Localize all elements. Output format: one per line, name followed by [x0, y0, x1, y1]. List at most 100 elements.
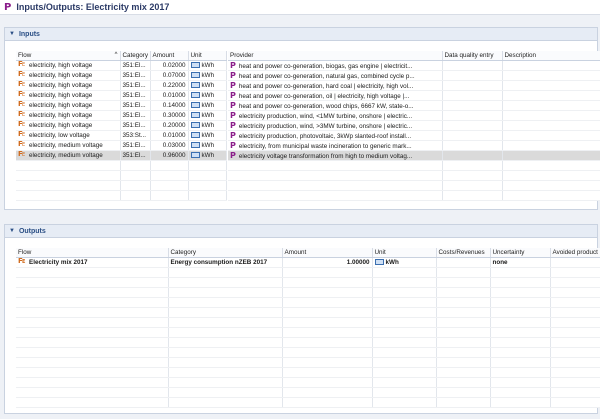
table-row[interactable]: Pheat and power co-generation, natural g…	[228, 70, 600, 81]
cell-flow[interactable]: F Eelectricity, medium voltage	[16, 140, 121, 151]
cell-amount[interactable]: 0.02000	[150, 60, 189, 71]
cell-amount[interactable]: 0.96000	[150, 150, 189, 161]
table-row[interactable]: F Eelectricity, high voltage 351:El... 0.14…	[16, 100, 227, 111]
table-row[interactable]: F E Electricity mix 2017 Energy consumption…	[16, 257, 600, 268]
cell-unit[interactable]: kWh	[188, 100, 227, 111]
cell-flow[interactable]: F Eelectricity, high voltage	[16, 70, 121, 81]
cell-uncertainty[interactable]: none	[490, 257, 551, 268]
table-row[interactable]: Pelectricity production, photovoltaic, 3…	[228, 130, 600, 141]
cell-unit[interactable]: kWh	[188, 70, 227, 81]
cell-description[interactable]	[502, 110, 600, 121]
cell-unit[interactable]: kWh	[188, 120, 227, 131]
cell-amount[interactable]: 0.01000	[150, 130, 189, 141]
cell-data-quality[interactable]	[442, 60, 503, 71]
cell-description[interactable]	[502, 100, 600, 111]
column-header-provider[interactable]: Provider	[228, 51, 443, 61]
table-row[interactable]: F Eelectricity, low voltage 353:St... 0.010…	[16, 130, 227, 141]
cell-category[interactable]: 351:El...	[120, 80, 151, 91]
cell-category[interactable]: 351:El...	[120, 70, 151, 81]
outputs-table[interactable]: Flow Category Amount Unit Costs/Revenues…	[16, 248, 600, 408]
cell-flow[interactable]: F Eelectricity, high voltage	[16, 120, 121, 131]
cell-provider[interactable]: Pelectricity production, photovoltaic, 3…	[228, 130, 443, 141]
cell-data-quality[interactable]	[442, 140, 503, 151]
cell-unit[interactable]: kWh	[188, 110, 227, 121]
cell-category[interactable]: 351:El...	[120, 100, 151, 111]
cell-flow[interactable]: F Eelectricity, high voltage	[16, 100, 121, 111]
cell-flow[interactable]: F Eelectricity, high voltage	[16, 90, 121, 101]
column-header-category[interactable]: Category	[120, 51, 151, 61]
cell-description[interactable]	[502, 80, 600, 91]
table-row[interactable]: F Eelectricity, high voltage 351:El... 0.02…	[16, 60, 227, 71]
table-row[interactable]: F Eelectricity, high voltage 351:El... 0.20…	[16, 120, 227, 131]
cell-flow[interactable]: F Eelectricity, high voltage	[16, 60, 121, 71]
cell-provider[interactable]: Pelectricity production, wind, <1MW turb…	[228, 110, 443, 121]
cell-provider[interactable]: Pheat and power co-generation, biogas, g…	[228, 60, 443, 71]
table-row[interactable]: Pelectricity voltage transformation from…	[228, 150, 600, 161]
cell-amount[interactable]: 0.30000	[150, 110, 189, 121]
sort-ascending-icon[interactable]: ^	[115, 52, 118, 58]
cell-amount[interactable]: 0.22000	[150, 80, 189, 91]
inputs-provider-table[interactable]: Provider Data quality entry Description …	[228, 51, 600, 201]
cell-costs-revenues[interactable]	[436, 257, 491, 268]
cell-data-quality[interactable]	[442, 70, 503, 81]
cell-flow[interactable]: F Eelectricity, low voltage	[16, 130, 121, 141]
cell-provider[interactable]: Pheat and power co-generation, natural g…	[228, 70, 443, 81]
cell-unit[interactable]: kWh	[188, 140, 227, 151]
column-header-flow[interactable]: Flow	[16, 248, 169, 258]
cell-category[interactable]: Energy consumption nZEB 2017	[168, 257, 283, 268]
column-header-amount[interactable]: Amount	[150, 51, 189, 61]
table-row[interactable]: Pheat and power co-generation, wood chip…	[228, 100, 600, 111]
cell-category[interactable]: 351:El...	[120, 120, 151, 131]
cell-unit[interactable]: kWh	[372, 257, 437, 268]
cell-description[interactable]	[502, 90, 600, 101]
cell-amount[interactable]: 0.20000	[150, 120, 189, 131]
table-row[interactable]: F Eelectricity, high voltage 351:El... 0.07…	[16, 70, 227, 81]
cell-data-quality[interactable]	[442, 150, 503, 161]
cell-data-quality[interactable]	[442, 110, 503, 121]
cell-flow[interactable]: F E Electricity mix 2017	[16, 257, 169, 268]
cell-data-quality[interactable]	[442, 130, 503, 141]
table-row[interactable]: Pelectricity production, wind, >3MW turb…	[228, 120, 600, 131]
cell-description[interactable]	[502, 70, 600, 81]
cell-data-quality[interactable]	[442, 100, 503, 111]
inputs-section-header[interactable]: ▼ Inputs	[5, 28, 597, 41]
column-header-description[interactable]: Description	[502, 51, 600, 61]
cell-avoided-product[interactable]	[550, 257, 600, 268]
cell-category[interactable]: 351:El...	[120, 110, 151, 121]
table-row[interactable]: Pelectricity, from municipal waste incin…	[228, 140, 600, 151]
cell-provider[interactable]: Pheat and power co-generation, oil | ele…	[228, 90, 443, 101]
cell-category[interactable]: 351:El...	[120, 140, 151, 151]
cell-unit[interactable]: kWh	[188, 80, 227, 91]
outputs-section-header[interactable]: ▼ Outputs	[5, 225, 597, 238]
cell-unit[interactable]: kWh	[188, 150, 227, 161]
table-row[interactable]: Pheat and power co-generation, biogas, g…	[228, 60, 600, 71]
column-header-flow[interactable]: Flow ^	[16, 51, 121, 61]
table-row[interactable]: Pheat and power co-generation, oil | ele…	[228, 90, 600, 101]
table-row[interactable]: F Eelectricity, high voltage 351:El... 0.01…	[16, 90, 227, 101]
cell-amount[interactable]: 1.00000	[282, 257, 373, 268]
table-row[interactable]: Pheat and power co-generation, hard coal…	[228, 80, 600, 91]
table-row[interactable]: F Eelectricity, high voltage 351:El... 0.22…	[16, 80, 227, 91]
column-header-data-quality[interactable]: Data quality entry	[442, 51, 503, 61]
cell-unit[interactable]: kWh	[188, 60, 227, 71]
cell-description[interactable]	[502, 130, 600, 141]
cell-data-quality[interactable]	[442, 80, 503, 91]
cell-unit[interactable]: kWh	[188, 90, 227, 101]
cell-description[interactable]	[502, 120, 600, 131]
chevron-down-icon[interactable]: ▼	[9, 228, 15, 234]
column-header-avoided-product[interactable]: Avoided product	[550, 248, 600, 258]
chevron-down-icon[interactable]: ▼	[9, 31, 15, 37]
cell-amount[interactable]: 0.14000	[150, 100, 189, 111]
table-row[interactable]: F Eelectricity, medium voltage 351:El... 0.…	[16, 150, 227, 161]
column-header-uncertainty[interactable]: Uncertainty	[490, 248, 551, 258]
cell-flow[interactable]: F Eelectricity, high voltage	[16, 110, 121, 121]
cell-amount[interactable]: 0.03000	[150, 140, 189, 151]
cell-provider[interactable]: Pheat and power co-generation, wood chip…	[228, 100, 443, 111]
column-header-unit[interactable]: Unit	[188, 51, 227, 61]
cell-unit[interactable]: kWh	[188, 130, 227, 141]
cell-provider[interactable]: Pelectricity voltage transformation from…	[228, 150, 443, 161]
cell-provider[interactable]: Pelectricity production, wind, >3MW turb…	[228, 120, 443, 131]
cell-category[interactable]: 351:El...	[120, 60, 151, 71]
column-header-category[interactable]: Category	[168, 248, 283, 258]
cell-flow[interactable]: F Eelectricity, medium voltage	[16, 150, 121, 161]
